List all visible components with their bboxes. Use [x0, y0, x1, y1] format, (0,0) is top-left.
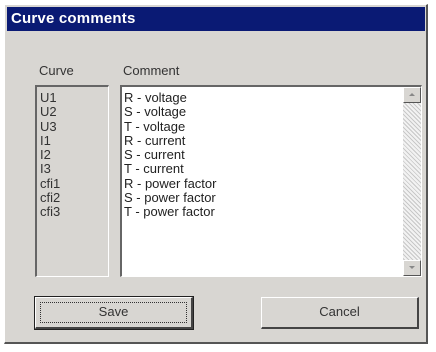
- curve-item: I3: [40, 161, 51, 177]
- save-button[interactable]: Save: [34, 296, 194, 330]
- curve-item: I1: [40, 132, 51, 148]
- comment-line[interactable]: S - power factor: [124, 190, 216, 205]
- comment-column-header: Comment: [123, 63, 180, 78]
- comment-line[interactable]: S - current: [124, 147, 216, 162]
- curve-item: U2: [40, 104, 57, 120]
- curve-list: U1 U2 U3 I1 I2 I3 cfi1 cfi2 cfi3: [35, 85, 109, 277]
- comment-line[interactable]: T - current: [124, 162, 216, 177]
- curve-item: cfi2: [40, 190, 61, 206]
- cancel-button[interactable]: Cancel: [261, 297, 419, 329]
- comment-line[interactable]: S - voltage: [124, 104, 216, 119]
- curve-item: U1: [40, 90, 57, 105]
- curve-column-header: Curve: [39, 63, 74, 78]
- comment-line[interactable]: R - power factor: [124, 176, 216, 191]
- comment-line[interactable]: R - current: [124, 133, 216, 148]
- curve-comments-dialog: Curve comments Curve Comment U1 U2 U3 I1…: [4, 4, 428, 344]
- comment-list: R - voltage S - voltage T - voltage R - …: [124, 90, 216, 220]
- window-title: Curve comments: [7, 7, 425, 31]
- vertical-scrollbar[interactable]: [403, 87, 421, 276]
- curve-item: I2: [40, 147, 51, 163]
- comment-line[interactable]: T - voltage: [124, 119, 216, 134]
- arrow-down-icon: [409, 266, 415, 269]
- arrow-up-icon: [409, 93, 415, 96]
- comment-textarea[interactable]: R - voltage S - voltage T - voltage R - …: [120, 85, 422, 277]
- scroll-up-button[interactable]: [403, 87, 421, 103]
- focus-rectangle: [40, 302, 187, 323]
- comment-line[interactable]: R - voltage: [124, 90, 216, 105]
- curve-item: U3: [40, 118, 57, 134]
- cancel-button-label: Cancel: [319, 304, 360, 319]
- scroll-down-button[interactable]: [403, 260, 421, 276]
- curve-item: cfi3: [40, 204, 61, 220]
- curve-item: cfi1: [40, 175, 61, 191]
- comment-line[interactable]: T - power factor: [124, 205, 216, 220]
